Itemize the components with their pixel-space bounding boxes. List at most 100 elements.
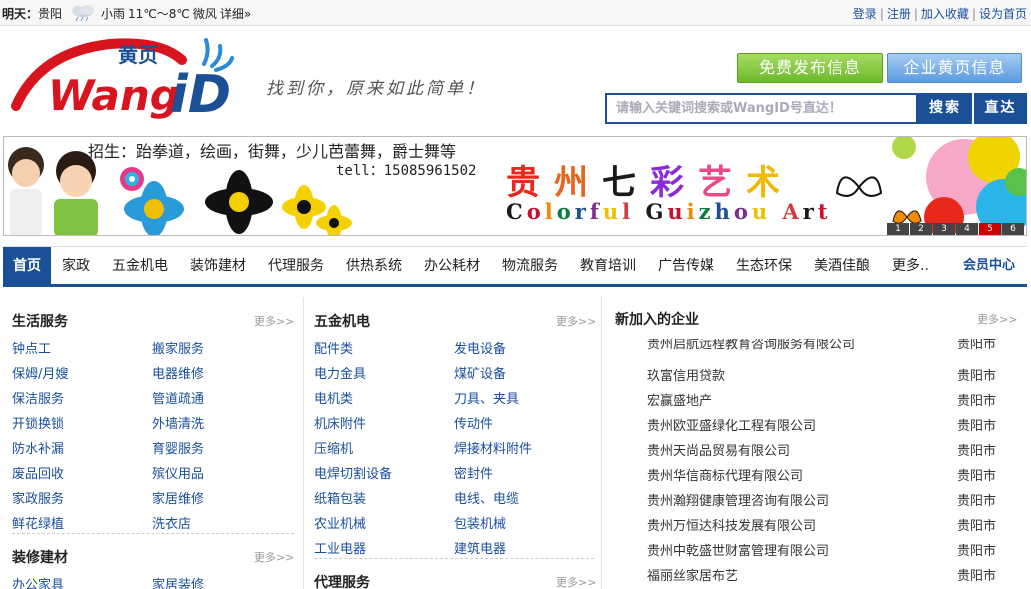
company-link[interactable]: 贵州华信商标代理有限公司 [647,465,803,484]
category-link[interactable]: 育婴服务 [152,438,204,457]
category-link[interactable]: 废品回收 [12,463,64,482]
category-link[interactable]: 电器维修 [152,363,204,382]
company-link[interactable]: 贵州天尚品贸易有限公司 [647,440,790,459]
main-nav: 首页 家政 五金机电 装饰建材 代理服务 供热系统 办公耗材 物流服务 教育培训… [3,246,1027,287]
category-link[interactable]: 包装机械 [454,513,506,532]
category-link[interactable]: 钟点工 [12,338,51,357]
login-link[interactable]: 登录 [853,7,877,21]
weather-detail-link[interactable]: 详细» [220,5,251,22]
yellow-pages-button[interactable]: 企业黄页信息 [887,53,1022,83]
category-link[interactable]: 保姆/月嫂 [12,363,68,382]
banner-title-char: 七 [602,163,650,203]
nav-item-more[interactable]: 更多.. [892,247,929,285]
category-link[interactable]: 工业电器 [314,538,366,557]
banner-page-button[interactable]: 6 [1002,223,1024,235]
more-link[interactable]: 更多>> [254,549,294,565]
nav-item-building-materials[interactable]: 装饰建材 [190,247,246,285]
set-homepage-link[interactable]: 设为首页 [979,7,1027,21]
banner-title: 贵州七彩艺术 [506,155,794,204]
category-link[interactable]: 开锁换锁 [12,413,64,432]
nav-item-advertising[interactable]: 广告传媒 [658,247,714,285]
category-link[interactable]: 纸箱包装 [314,488,366,507]
company-city: 贵阳市 [957,519,997,534]
more-link[interactable]: 更多>> [556,574,596,589]
category-link[interactable]: 外墙清洗 [152,413,204,432]
category-link[interactable]: 电焊切割设备 [314,463,392,482]
category-link[interactable]: 压缩机 [314,438,353,457]
weather-city: 贵阳 [38,6,63,21]
banner-page-button[interactable]: 2 [910,223,932,235]
nav-item-home[interactable]: 首页 [3,247,51,285]
category-link[interactable]: 保洁服务 [12,388,64,407]
direct-button[interactable]: 直达 [974,93,1027,124]
category-link[interactable]: 洗衣店 [152,513,191,532]
register-link[interactable]: 注册 [887,7,911,21]
site-logo[interactable]: 黄页 Wang iD [10,34,240,125]
more-link[interactable]: 更多>> [977,311,1017,327]
category-link[interactable]: 密封件 [454,463,493,482]
nav-item-hardware[interactable]: 五金机电 [112,247,168,285]
nav-item-wine[interactable]: 美酒佳酿 [814,247,870,285]
section-title-hardware: 五金机电 [314,314,370,330]
nav-item-logistics[interactable]: 物流服务 [502,247,558,285]
company-city: 贵阳市 [957,444,997,459]
banner-phone-text: tell：15085961502 [336,163,477,179]
category-link[interactable]: 发电设备 [454,338,506,357]
nav-item-eco[interactable]: 生态环保 [736,247,792,285]
company-link[interactable]: 宏赢盛地产 [647,390,712,409]
category-link[interactable]: 农业机械 [314,513,366,532]
category-link[interactable]: 家居维修 [152,488,204,507]
nav-item-agency[interactable]: 代理服务 [268,247,324,285]
add-favorite-link[interactable]: 加入收藏 [921,7,969,21]
banner-title-char: 艺 [698,163,746,203]
nav-item-office-supplies[interactable]: 办公耗材 [424,247,480,285]
category-link[interactable]: 防水补漏 [12,438,64,457]
banner-subtitle-char [634,199,645,224]
category-link[interactable]: 建筑电器 [454,538,506,557]
category-link[interactable]: 煤矿设备 [454,363,506,382]
category-link[interactable]: 传动件 [454,413,493,432]
category-link[interactable]: 管道疏通 [152,388,204,407]
category-link[interactable]: 刀具、夹具 [454,388,519,407]
category-link[interactable]: 鲜花绿植 [12,513,64,532]
search-button[interactable]: 搜索 [918,93,972,124]
category-link[interactable]: 机床附件 [314,413,366,432]
nav-item-heating[interactable]: 供热系统 [346,247,402,285]
category-link[interactable]: 电力金具 [314,363,366,382]
banner-subtitle: Colorful Guizhou Art [506,199,832,224]
weather-wind: 微风 [192,6,217,21]
ad-banner[interactable]: 招生：跆拳道，绘画，街舞，少儿芭蕾舞，爵士舞等 tell：15085961502… [3,136,1027,236]
category-link[interactable]: 电机类 [314,388,353,407]
company-link[interactable]: 贵州启航远程教育咨询服务有限公司 [647,339,855,352]
search-input[interactable]: 请输入关键词搜索或WangID号直达！ [605,93,918,124]
free-post-button[interactable]: 免费发布信息 [737,53,883,83]
banner-subtitle-char: l [622,199,635,224]
category-link[interactable]: 殡仪用品 [152,463,204,482]
nav-item-housekeeping[interactable]: 家政 [62,247,90,285]
banner-page-button[interactable]: 1 [887,223,909,235]
category-link[interactable]: 搬家服务 [152,338,204,357]
category-link[interactable]: 电线、电缆 [454,488,519,507]
svg-text:iD: iD [170,65,231,120]
category-link[interactable]: 办公家具 [12,574,64,589]
member-center-link[interactable]: 会员中心 [963,247,1015,285]
company-link[interactable]: 玖富信用贷款 [647,365,725,384]
category-link[interactable]: 家政服务 [12,488,64,507]
svg-text:黄页: 黄页 [118,43,158,67]
company-link[interactable]: 贵州欧亚盛绿化工程有限公司 [647,415,816,434]
company-link[interactable]: 贵州瀚翔健康管理咨询有限公司 [647,490,829,509]
company-link[interactable]: 福丽丝家居布艺 [647,565,738,584]
banner-page-button[interactable]: 3 [933,223,955,235]
column-divider [303,297,304,589]
banner-page-button[interactable]: 5 [979,223,1001,235]
category-link[interactable]: 配件类 [314,338,353,357]
company-link[interactable]: 贵州中乾盛世财富管理有限公司 [647,540,829,559]
nav-item-education[interactable]: 教育培训 [580,247,636,285]
banner-subtitle-char: r [802,199,818,224]
company-link[interactable]: 贵州万恒达科技发展有限公司 [647,515,816,534]
more-link[interactable]: 更多>> [556,313,596,329]
category-link[interactable]: 家居装修 [152,574,204,589]
category-link[interactable]: 焊接材料附件 [454,438,532,457]
more-link[interactable]: 更多>> [254,313,294,329]
banner-page-button[interactable]: 4 [956,223,978,235]
